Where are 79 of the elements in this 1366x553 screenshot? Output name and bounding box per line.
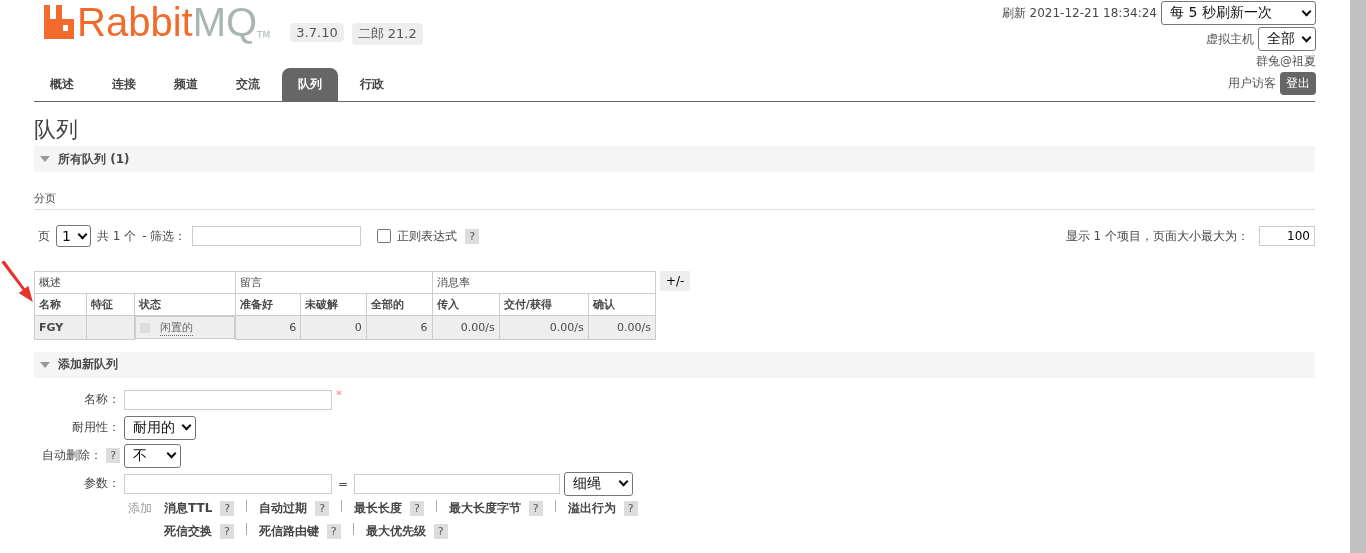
nav-tab[interactable]: 队列 bbox=[282, 68, 338, 101]
auto-delete-select[interactable]: 不 bbox=[124, 443, 181, 468]
triangle-icon bbox=[40, 361, 50, 368]
refresh-select[interactable]: 每 5 秒刷新一次 bbox=[1161, 1, 1316, 25]
nav-tab[interactable]: 交流 bbox=[220, 68, 276, 101]
help-button[interactable]: ? bbox=[220, 500, 235, 516]
field-label: 自动删除： bbox=[42, 447, 103, 464]
regex-checkbox[interactable] bbox=[377, 229, 392, 243]
page-total: 共 1 个 bbox=[96, 227, 137, 245]
column-group-header: 消息率 bbox=[432, 271, 656, 294]
cluster-name: 群兔@祖夏 bbox=[1256, 53, 1316, 70]
help-button[interactable]: ? bbox=[410, 500, 424, 516]
page-summary: 显示 1 个项目，页面大小最大为： bbox=[1065, 227, 1249, 245]
vhost-select[interactable]: 全部 bbox=[1258, 27, 1316, 51]
argument-link[interactable]: 消息TTL bbox=[164, 499, 213, 517]
add-label: 添加 bbox=[128, 499, 152, 517]
column-header: 未破解 bbox=[300, 293, 367, 316]
argument-link[interactable]: 死信路由键 bbox=[258, 522, 319, 540]
column-header: 名称 bbox=[34, 293, 87, 316]
help-button[interactable]: ? bbox=[433, 523, 448, 539]
field-label: 参数： bbox=[83, 475, 120, 492]
column-header: 传入 bbox=[432, 293, 500, 316]
page-select[interactable]: 1 bbox=[56, 225, 91, 247]
argument-type-select[interactable]: 细绳 bbox=[564, 471, 634, 496]
argument-link[interactable]: 最大优先级 bbox=[365, 522, 426, 540]
column-header: 交付/获得 bbox=[499, 293, 589, 316]
required-mark: * bbox=[336, 387, 342, 402]
nav-tab[interactable]: 频道 bbox=[158, 68, 214, 101]
column-group-header: 概述 bbox=[34, 271, 236, 294]
field-label: 名称： bbox=[83, 391, 120, 408]
argument-link[interactable]: 死信交换 bbox=[164, 522, 212, 540]
argument-key-field[interactable] bbox=[124, 473, 332, 494]
help-button[interactable]: ? bbox=[315, 500, 329, 516]
column-header: 准备好 bbox=[235, 293, 301, 316]
help-button[interactable]: ? bbox=[220, 523, 234, 539]
table-cell: 闲置的 bbox=[135, 316, 235, 339]
equals-sign: = bbox=[338, 476, 349, 491]
name-field[interactable] bbox=[124, 389, 332, 410]
help-button[interactable]: ? bbox=[528, 500, 543, 516]
filter-field[interactable] bbox=[192, 226, 362, 246]
argument-value-field[interactable] bbox=[354, 473, 561, 494]
help-button[interactable]: ? bbox=[326, 523, 341, 539]
pagination-title: 分页 bbox=[34, 192, 56, 205]
rabbitmq-logo: RabbitMQTM bbox=[44, 0, 271, 44]
page-label: 页 bbox=[38, 227, 50, 245]
argument-link[interactable]: 溢出行为 bbox=[567, 499, 616, 517]
column-header: 确认 bbox=[588, 293, 656, 316]
nav-tab[interactable]: 连接 bbox=[96, 68, 152, 101]
page-title: 队列 bbox=[34, 116, 79, 144]
section-header[interactable]: 所有队列 (1) bbox=[34, 146, 1315, 172]
logout-button[interactable]: 登出 bbox=[1280, 72, 1316, 95]
argument-link[interactable]: 最长长度 bbox=[354, 499, 402, 517]
columns-toggle[interactable]: +/- bbox=[660, 271, 691, 291]
argument-link[interactable]: 最大长度字节 bbox=[448, 499, 521, 517]
user-label: 用户访客 bbox=[1228, 75, 1276, 92]
help-button[interactable]: ? bbox=[623, 500, 638, 516]
scrollbar[interactable] bbox=[1350, 0, 1366, 553]
triangle-icon bbox=[40, 156, 50, 162]
vhost-label: 虚拟主机 bbox=[1206, 30, 1254, 48]
nav-tab[interactable]: 行政 bbox=[344, 68, 400, 101]
durability-select[interactable]: 耐用的 bbox=[124, 415, 196, 440]
column-header: 特征 bbox=[86, 293, 135, 316]
column-header: 全部的 bbox=[366, 293, 432, 316]
argument-link[interactable]: 自动过期 bbox=[259, 499, 308, 517]
column-group-header: 留言 bbox=[235, 271, 432, 294]
field-label: 耐用性： bbox=[71, 419, 120, 436]
section-header[interactable]: 添加新队列 bbox=[34, 351, 1315, 378]
queue-name[interactable]: FGY bbox=[34, 315, 87, 339]
nav-tab[interactable]: 概述 bbox=[34, 68, 90, 101]
help-button[interactable]: ? bbox=[106, 448, 120, 463]
column-header: 状态 bbox=[135, 293, 236, 316]
filter-label: - 筛选： bbox=[142, 227, 187, 245]
help-button[interactable]: ? bbox=[465, 228, 480, 244]
refresh-label: 刷新 2021-12-21 18:34:24 bbox=[1001, 4, 1157, 22]
regex-label: 正则表达式 bbox=[397, 227, 458, 245]
table-cell: 6 bbox=[235, 315, 301, 339]
version-badge: 3.7.10 bbox=[290, 23, 344, 42]
page-size-field[interactable]: 100 bbox=[1259, 226, 1315, 246]
version-badge: 二郎 21.2 bbox=[351, 23, 423, 45]
